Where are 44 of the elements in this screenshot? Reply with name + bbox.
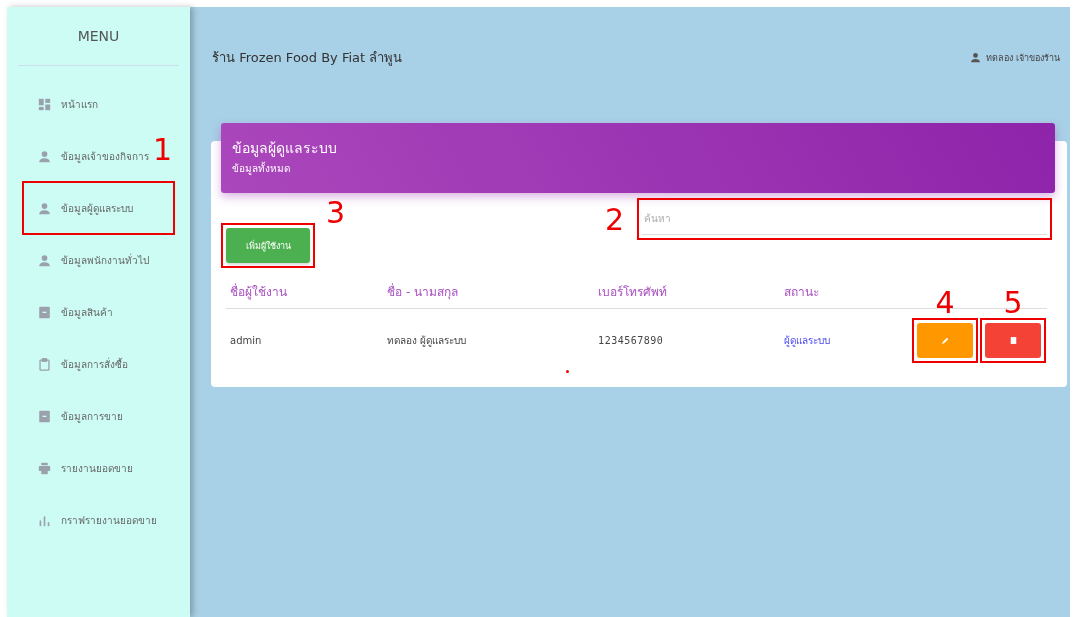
shop-title: ร้าน Frozen Food By Fiat ลำพูน [212,49,403,68]
column-header: ชื่อผู้ใช้งาน [230,285,287,299]
table-cell: ทดลอง ผู้ดูแลระบบ [387,335,467,346]
column-header: ชื่อ - นามสกุล [387,285,459,299]
search-field[interactable]: ค้นหา [642,203,1047,235]
callout-number: 3 [326,198,346,228]
edit-button[interactable] [917,323,973,358]
pencil-icon [939,335,951,346]
archive-icon [38,305,51,319]
table-cell[interactable]: ผู้ดูแลระบบ [784,335,831,346]
archive-icon [38,409,51,423]
sidebar-item[interactable]: ข้อมูลการสั่งซื้อ [22,338,128,390]
column-header: สถานะ [784,285,820,299]
column-header: เบอร์โทรศัพท์ [598,285,668,299]
table-cell: 1234567890 [598,335,664,346]
person-icon [38,149,51,163]
sidebar-item[interactable]: ข้อมูลสินค้า [22,286,113,338]
callout-number: 5 [1003,288,1023,318]
delete-button[interactable] [985,323,1041,358]
bar-chart-icon [38,513,51,527]
dashboard-icon [38,97,51,111]
sidebar-item[interactable]: กราฟรายงานยอดขาย [22,494,157,546]
callout-frame [980,318,1046,363]
card-title: ข้อมูลผู้ดูแลระบบ [232,139,338,159]
user-icon [970,52,982,63]
sidebar-item[interactable]: ข้อมูลผู้ดูแลระบบ [22,182,133,234]
dot-mark [566,370,569,373]
person-icon [38,201,51,215]
sidebar-item[interactable]: หน้าแรก [22,78,98,130]
sidebar-item[interactable]: ข้อมูลพนักงานทั่วไป [22,234,149,286]
sidebar-item[interactable]: ข้อมูลเจ้าของกิจการ [22,130,149,182]
sidebar-item[interactable]: ข้อมูลการขาย [22,390,123,442]
sidebar-item[interactable]: รายงานยอดขาย [22,442,133,494]
callout-number: 2 [604,205,624,235]
table-cell: admin [230,335,262,346]
callout-number: 1 [152,135,172,165]
card-subtitle: ข้อมูลทั้งหมด [232,161,291,176]
clipboard-icon [38,357,51,371]
callout-number: 4 [935,288,955,318]
menu-title: MENU [76,28,121,46]
printer-icon [38,461,51,475]
callout-frame [912,318,978,363]
user-name: ทดลอง เจ้าของร้าน [986,51,1060,65]
person-icon [38,253,51,267]
